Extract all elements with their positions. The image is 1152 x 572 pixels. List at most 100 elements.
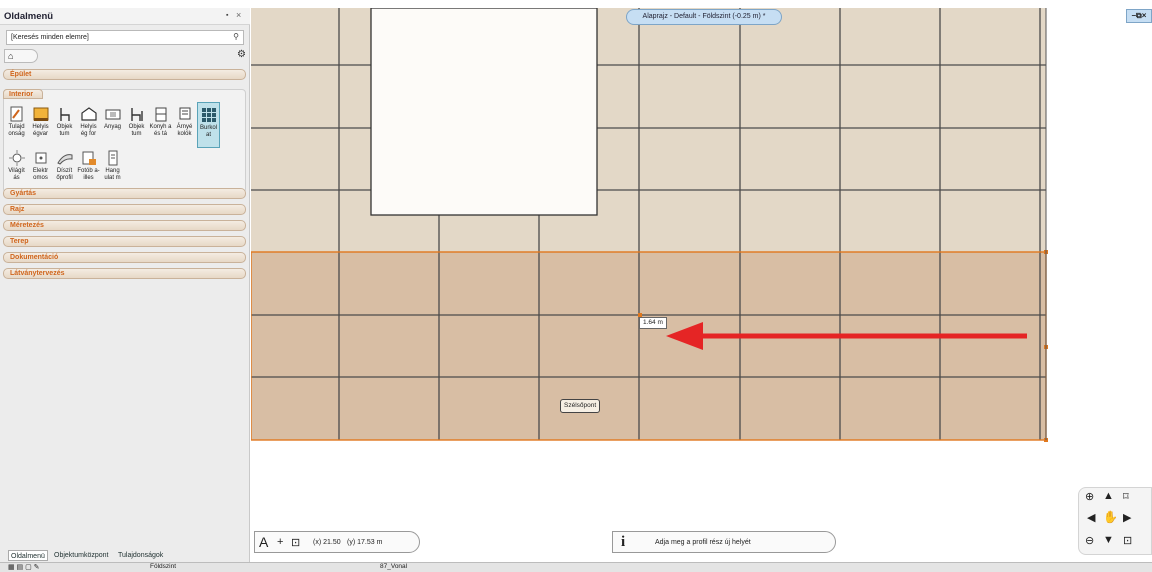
view-tab[interactable]: Alaprajz - Default - Földszint (-0.25 m)… — [626, 9, 782, 25]
empty-area — [1046, 8, 1152, 562]
tool-electric[interactable]: Elektr omos — [29, 146, 52, 192]
pan-right-icon[interactable]: ▶ — [1123, 511, 1131, 524]
tool-tiling[interactable]: Burkol at — [197, 102, 220, 148]
tool-label: Objek tum — [56, 124, 73, 137]
tiled-floor-selected — [251, 252, 1046, 440]
title-strip — [0, 0, 1152, 8]
wall-block — [370, 8, 598, 216]
window-controls[interactable]: –⧉× — [1126, 9, 1152, 23]
shade-icon — [179, 107, 190, 120]
tool-mood[interactable]: Hang ulat m — [101, 146, 124, 192]
search-input[interactable]: [Keresés minden elemre] ⚲ — [6, 30, 244, 45]
tool-material[interactable]: Anyag — [101, 102, 124, 148]
search-value: [Keresés minden elemre] — [11, 34, 89, 41]
room-shape-icon — [80, 107, 97, 121]
mood-icon — [108, 150, 117, 166]
side-menu-panel: Oldalmenü ▪ × [Keresés minden elemre] ⚲ … — [0, 8, 250, 562]
category-latvanytervezes[interactable]: Látványtervezés — [3, 268, 246, 279]
breadcrumb: ⌂ ⚙ — [4, 49, 246, 63]
tool-lighting[interactable]: Világít ás — [5, 146, 28, 192]
hint-text: Adja meg a profil rész új helyét — [655, 539, 751, 546]
interior-group: Tulajd onság Helyis égvar Objek tum Hely… — [3, 89, 246, 193]
electric-icon — [35, 152, 46, 164]
x-coordinate: (x) 21.50 — [313, 539, 341, 546]
kitchen-icon — [155, 107, 166, 122]
tab-objektumkozpont[interactable]: Objektumközpont — [52, 550, 110, 561]
gear-icon[interactable]: ⚙ — [237, 49, 246, 60]
snap-icon[interactable]: + — [277, 536, 283, 548]
hand-pan-icon[interactable]: ✋ — [1103, 510, 1118, 524]
category-dokumentacio[interactable]: Dokumentáció — [3, 252, 246, 263]
tool-kitchen[interactable]: Konyh a és tá — [149, 102, 172, 148]
tool-label: Világít ás — [8, 168, 25, 181]
pan-left-icon[interactable]: ◀ — [1087, 511, 1095, 524]
layer-icon[interactable]: ▦ ▤ ▢ ✎ — [8, 563, 40, 571]
grid-snap-icon[interactable]: ⊡ — [291, 536, 300, 549]
y-coordinate: (y) 17.53 m — [347, 539, 383, 546]
object-icon — [130, 108, 143, 121]
photo-icon — [82, 151, 96, 165]
zoom-window-icon[interactable]: ⊡ — [1123, 534, 1132, 547]
tool-room-shape[interactable]: Helyis ég for — [77, 102, 100, 148]
category-gyartas[interactable]: Gyártás — [3, 188, 246, 199]
properties-icon — [10, 106, 22, 122]
tool-properties[interactable]: Tulajd onság — [5, 102, 28, 148]
bottom-toolbar: ▦ ▤ ▢ ✎ Földszint 87_Vonal — [0, 562, 1152, 572]
tool-object[interactable]: Objek tum — [53, 102, 76, 148]
tool-label: Helyis ég for — [80, 124, 97, 137]
search-icon[interactable]: ⚲ — [233, 32, 239, 41]
tool-label: Helyis égvar — [32, 124, 49, 137]
room-icon — [33, 107, 48, 121]
side-menu-title: Oldalmenü — [4, 11, 54, 22]
text-tool-icon[interactable]: A — [259, 534, 268, 550]
tool-label: Anyag — [103, 124, 121, 130]
zoom-extents-icon[interactable]: ⌑ — [1123, 490, 1129, 503]
pin-icon[interactable]: ▪ — [226, 12, 228, 19]
category-meretezes[interactable]: Méretezés — [3, 220, 246, 231]
dimension-label: 1.64 m — [639, 317, 667, 329]
coordinate-bar: A + ⊡ (x) 21.50 (y) 17.53 m — [254, 531, 420, 553]
category-rajz[interactable]: Rajz — [3, 204, 246, 215]
tool-label: Fotób a-illes — [77, 168, 100, 181]
pan-up-icon[interactable]: ▲ — [1103, 490, 1114, 502]
tool-room[interactable]: Helyis égvar — [29, 102, 52, 148]
lighting-icon — [8, 150, 25, 166]
tool-object-2[interactable]: Objek tum — [125, 102, 148, 148]
category-epulet[interactable]: Épület — [3, 69, 246, 80]
moulding-icon — [56, 154, 72, 165]
zoom-in-icon[interactable]: ⊕ — [1085, 490, 1094, 503]
hint-bar: i Adja meg a profil rész új helyét — [612, 531, 836, 553]
tool-label: Árnyé kolók — [176, 124, 193, 137]
snap-tooltip: Szélsőpont — [560, 399, 601, 413]
tab-tulajdonsagok[interactable]: Tulajdonságok — [116, 550, 165, 561]
tool-label: Objek tum — [128, 124, 145, 137]
tool-label: Burkol at — [199, 125, 217, 138]
tiling-icon — [201, 108, 216, 122]
tool-label: Díszít őprofil — [56, 168, 73, 181]
zoom-out-icon[interactable]: ⊖ — [1085, 534, 1094, 547]
tiled-floor-upper — [251, 8, 1046, 252]
tool-photo[interactable]: Fotób a-illes — [77, 146, 100, 192]
floor-plan-canvas[interactable]: 1.64 m Szélsőpont — [251, 8, 1152, 562]
object-chair-icon — [59, 108, 70, 121]
category-interior[interactable]: Interior — [3, 89, 43, 99]
floor-selector[interactable]: Földszint — [150, 563, 176, 570]
tool-label: Hang ulat m — [104, 168, 121, 181]
material-icon — [105, 109, 120, 120]
info-icon: i — [621, 534, 626, 550]
sidebar-bottom-tabs: Oldalmenü Objektumközpont Tulajdonságok — [0, 548, 250, 562]
tool-label: Konyh a és tá — [149, 124, 172, 137]
line-type-selector[interactable]: 87_Vonal — [380, 563, 407, 570]
pan-down-icon[interactable]: ▼ — [1103, 534, 1114, 546]
floor-plan-drawing — [251, 8, 1152, 562]
navigation-pad: ⊕ ▲ ⌑ ◀ ✋ ▶ ⊖ ▼ ⊡ — [1078, 487, 1152, 555]
tool-shade[interactable]: Árnyé kolók — [173, 102, 196, 148]
close-icon[interactable]: × — [236, 10, 241, 20]
tool-label: Tulajd onság — [8, 124, 25, 137]
tab-oldalmenu[interactable]: Oldalmenü — [8, 550, 48, 561]
side-menu-header: Oldalmenü ▪ × — [0, 8, 250, 25]
tool-moulding[interactable]: Díszít őprofil — [53, 146, 76, 192]
tool-label: Elektr omos — [32, 168, 49, 181]
home-icon[interactable]: ⌂ — [4, 49, 38, 63]
category-terep[interactable]: Terep — [3, 236, 246, 247]
